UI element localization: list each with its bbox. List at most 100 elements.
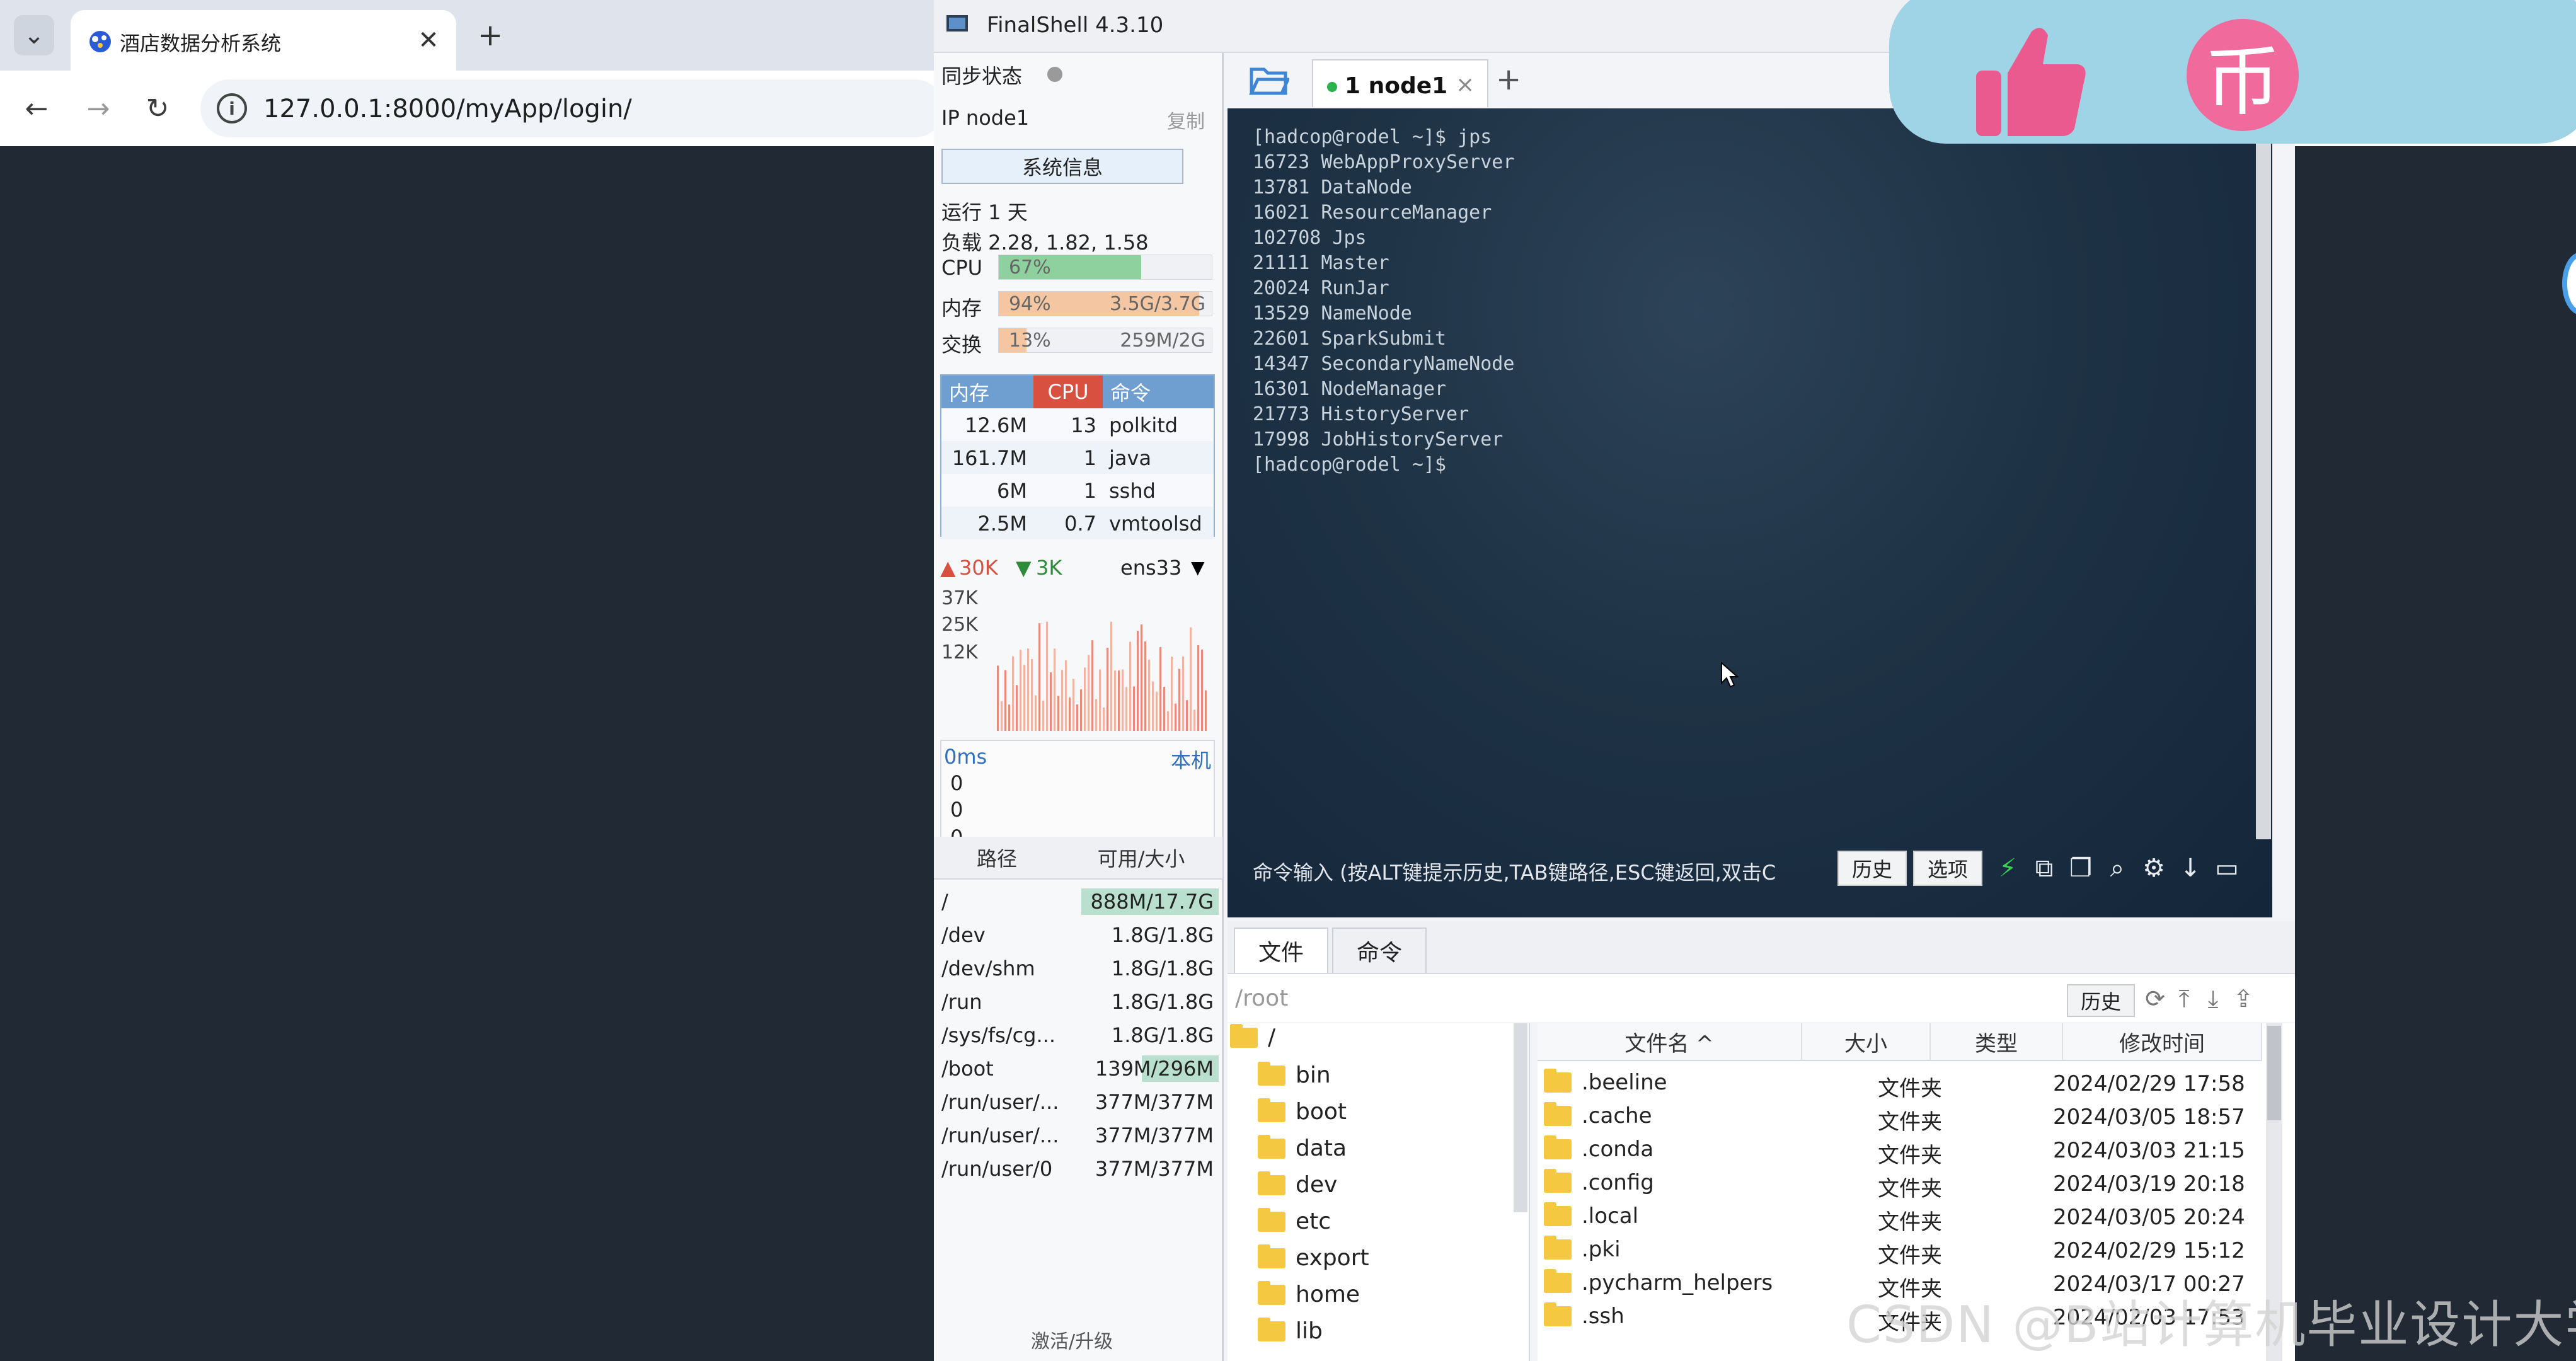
paste-icon[interactable]: ❐ <box>2064 852 2097 885</box>
file-name-cell: .ssh <box>1544 1302 1624 1329</box>
disk-row[interactable]: /boot 139M/296M <box>934 1052 1222 1085</box>
tree-node[interactable]: data <box>1258 1134 1347 1161</box>
forward-button[interactable]: → <box>78 88 118 129</box>
disk-row[interactable]: /dev 1.8G/1.8G <box>934 918 1222 951</box>
activate-upgrade-link[interactable]: 激活/升级 <box>1031 1326 1113 1353</box>
disk-row[interactable]: /dev/shm 1.8G/1.8G <box>934 951 1222 985</box>
tree-node[interactable]: home <box>1258 1280 1360 1307</box>
download-icon[interactable]: ⤓ <box>2198 983 2228 1014</box>
arrow-down-icon[interactable]: ↓ <box>2174 852 2207 885</box>
process-row[interactable]: 12.6M 13 polkitd <box>941 408 1214 441</box>
tree-node-label: data <box>1296 1135 1347 1161</box>
tree-node[interactable]: lib <box>1258 1317 1323 1344</box>
file-row[interactable]: .beeline 文件夹 2024/02/29 17:58 <box>1538 1066 2262 1101</box>
session-tab-node1[interactable]: 1 node1 × <box>1312 59 1488 107</box>
search-icon[interactable]: ⌕ <box>2101 852 2134 885</box>
gear-icon[interactable]: ⚙ <box>2137 852 2170 885</box>
terminal-scrollbar[interactable] <box>2256 108 2271 839</box>
disk-row[interactable]: /run/user/... 377M/377M <box>934 1085 1222 1118</box>
file-col-type[interactable]: 类型 <box>1931 1023 2063 1061</box>
disk-path: /run/user/... <box>941 1090 1059 1114</box>
terminal[interactable]: [hadcop@rodel ~]$ jps 16723 WebAppProxySe… <box>1228 108 2272 917</box>
reload-button[interactable]: ↻ <box>137 88 178 129</box>
tab-files[interactable]: 文件 <box>1234 927 1328 973</box>
new-tab-button[interactable]: + <box>471 16 509 54</box>
file-name: .cache <box>1582 1103 1652 1128</box>
tree-node[interactable]: bin <box>1258 1061 1331 1088</box>
process-table-header: 内存 CPU 命令 <box>941 376 1214 408</box>
net-traffic-bar <box>1103 707 1105 731</box>
connected-dot-icon <box>1327 82 1337 92</box>
file-col-name[interactable]: 文件名 ^ <box>1538 1023 1802 1061</box>
tree-node[interactable]: etc <box>1258 1207 1331 1234</box>
back-button[interactable]: ← <box>16 88 57 129</box>
parent-dir-icon[interactable]: ⤒ <box>2169 983 2199 1014</box>
system-info-button[interactable]: 系统信息 <box>941 149 1183 184</box>
file-row[interactable]: .conda 文件夹 2024/03/03 21:15 <box>1538 1133 2262 1168</box>
lightning-icon[interactable]: ⚡ <box>1991 852 2024 885</box>
tab-commands[interactable]: 命令 <box>1332 927 1427 973</box>
like-thumb-icon[interactable] <box>1971 19 2091 139</box>
net-tick: 12K <box>941 641 978 663</box>
tree-node-root[interactable]: / <box>1230 1023 1275 1050</box>
tree-node[interactable]: dev <box>1258 1171 1337 1198</box>
file-row[interactable]: .cache 文件夹 2024/03/05 18:57 <box>1538 1100 2262 1135</box>
process-row[interactable]: 161.7M 1 java <box>941 441 1214 474</box>
tree-node[interactable]: boot <box>1258 1098 1347 1125</box>
file-col-size[interactable]: 大小 <box>1802 1023 1931 1061</box>
disk-row[interactable]: /run 1.8G/1.8G <box>934 985 1222 1018</box>
disk-row[interactable]: /sys/fs/cg... 1.8G/1.8G <box>934 1018 1222 1052</box>
file-col-mtime[interactable]: 修改时间 <box>2063 1023 2262 1061</box>
coin-reward-icon[interactable]: 币 <box>2187 19 2299 131</box>
browser-tab-active[interactable]: 酒店数据分析系统 ✕ <box>71 10 456 71</box>
process-col-cpu[interactable]: CPU <box>1033 376 1103 408</box>
file-row[interactable]: .config 文件夹 2024/03/19 20:18 <box>1538 1166 2262 1202</box>
disk-col-path[interactable]: 路径 <box>934 837 1060 880</box>
file-row[interactable]: .local 文件夹 2024/03/05 20:24 <box>1538 1200 2262 1235</box>
tree-node[interactable]: export <box>1258 1244 1369 1271</box>
folder-icon <box>1258 1317 1285 1341</box>
disk-row[interactable]: /run/user/... 377M/377M <box>934 1118 1222 1152</box>
disk-col-size[interactable]: 可用/大小 <box>1060 837 1222 880</box>
process-col-mem[interactable]: 内存 <box>941 376 1033 408</box>
upload-icon[interactable]: ⇪ <box>2228 983 2258 1014</box>
command-options-button[interactable]: 选项 <box>1913 851 1982 886</box>
side-floating-button[interactable] <box>2562 252 2576 315</box>
command-input-bar[interactable]: 命令输入 (按ALT键提示历史,TAB键路径,ESC键返回,双击C 历史 选项 … <box>1253 847 2248 892</box>
address-bar[interactable]: i 127.0.0.1:8000/myApp/login/ <box>200 79 944 137</box>
add-session-button[interactable]: + <box>1496 62 1521 97</box>
file-row[interactable]: .pki 文件夹 2024/02/29 15:12 <box>1538 1233 2262 1268</box>
net-traffic-bar <box>1178 669 1180 731</box>
copy-icon[interactable]: ⧉ <box>2028 852 2061 885</box>
close-session-button[interactable]: × <box>1456 72 1475 98</box>
tree-scrollbar[interactable] <box>1514 1023 1527 1212</box>
current-path-input[interactable]: /root <box>1235 985 1288 1011</box>
url-text[interactable]: 127.0.0.1:8000/myApp/login/ <box>263 95 632 123</box>
net-traffic-bar <box>1175 703 1176 731</box>
folder-icon <box>1258 1280 1285 1305</box>
copy-ip-button[interactable]: 复制 <box>1167 106 1205 134</box>
chevron-down-icon[interactable]: ▼ <box>1191 557 1205 578</box>
disk-row[interactable]: /run/user/0 377M/377M <box>934 1152 1222 1185</box>
net-interface-select[interactable]: ens33 <box>1120 556 1182 580</box>
file-name: .config <box>1582 1170 1654 1195</box>
maximize-icon[interactable]: ▭ <box>2211 852 2243 885</box>
command-history-button[interactable]: 历史 <box>1837 851 1907 886</box>
ping-target[interactable]: 本机 <box>1171 745 1211 774</box>
scrollbar-thumb[interactable] <box>2267 1026 2281 1120</box>
finalshell-window: FinalShell 4.3.10 同步状态 IP node1 复制 系统信息 … <box>934 0 2295 1361</box>
tab-search-dropdown-button[interactable]: ⌄ <box>14 15 54 55</box>
tab-close-button[interactable]: ✕ <box>411 23 446 58</box>
process-row[interactable]: 6M 1 sshd <box>941 474 1214 507</box>
refresh-icon[interactable]: ⟳ <box>2140 983 2170 1014</box>
process-col-cmd[interactable]: 命令 <box>1103 376 1214 408</box>
process-row[interactable]: 2.5M 0.7 vmtoolsd <box>941 507 1214 539</box>
folder-open-icon[interactable] <box>1249 63 1289 97</box>
folder-icon <box>1258 1098 1285 1122</box>
command-input-hint[interactable]: 命令输入 (按ALT键提示历史,TAB键路径,ESC键返回,双击C <box>1253 857 1776 886</box>
net-traffic-bar <box>1133 686 1135 731</box>
site-info-icon[interactable]: i <box>217 93 247 123</box>
disk-row[interactable]: / 888M/17.7G <box>934 885 1222 918</box>
path-history-button[interactable]: 历史 <box>2067 984 2135 1017</box>
terminal-line: 13529 NameNode <box>1253 302 1412 324</box>
